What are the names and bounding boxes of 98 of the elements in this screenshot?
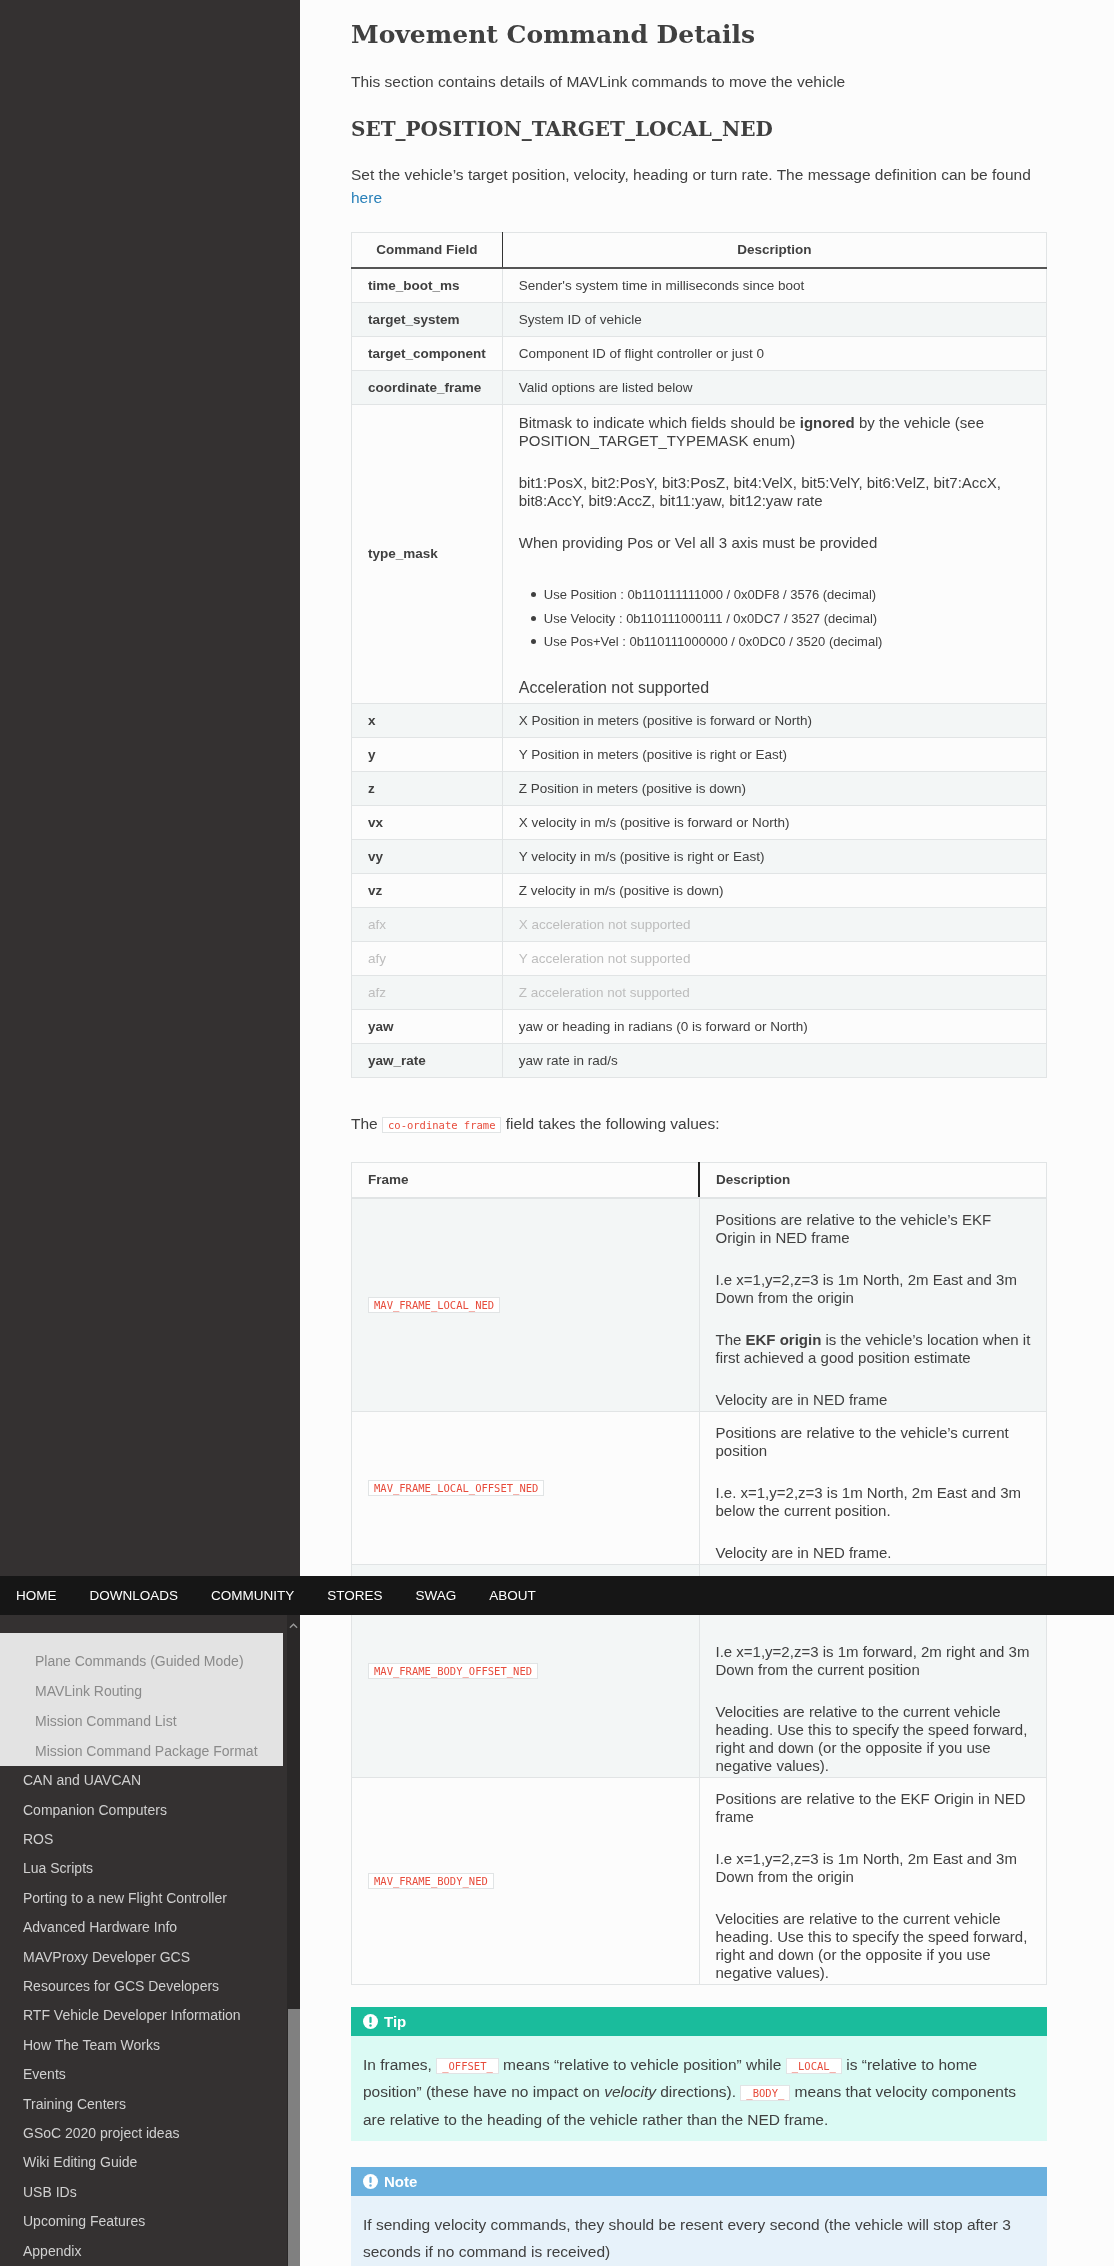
table-cell: Y velocity in m/s (positive is right or East) [502,839,1047,873]
paragraph: In frames, _OFFSET_ means “relative to vehicle position” while _LOCAL_ is “relative to home position” (these have no impact on velocity directions). _BODY_ means that velocity components are relative to the heading of the vehicle rather than the NED frame. [363,2054,1018,2130]
sidebar-item[interactable]: GSoC 2020 project ideas [0,2118,287,2149]
table-cell-text: I.e x=1,y=2,z=3 is 1m North, 2m East and 3m Down from the origin [715,1270,1018,1307]
table-cell: vx [351,805,503,839]
list-item: Use Velocity : 0b110111000111 / 0x0DC7 / 3527 (decimal) [543,609,878,628]
sidebar-item[interactable]: How The Team Works [0,2030,287,2061]
admonition-title: Tip [384,2012,407,2030]
table-cell: target_component [351,336,503,371]
table-cell: afy [351,941,503,975]
table-cell: Sender's system time in milliseconds since boot [502,268,1047,303]
table-cell: vy [351,839,503,873]
column-header: Command Field [351,232,503,268]
table-cell-text: Velocity are in NED frame. [715,1543,893,1562]
table-cell: yaw rate in rad/s [502,1043,1047,1077]
sidebar-item[interactable]: MAVProxy Developer GCS [0,1942,287,1972]
paragraph: Set the vehicle’s target position, velocity, heading or turn rate. The message definition can be found here [351,165,1032,208]
list-item: Use Position : 0b110111111000 / 0x0DF8 / 3576 (decimal) [543,586,877,604]
table-cell-text: I.e x=1,y=2,z=3 is 1m North, 2m East and 3m Down from the origin [715,1849,1018,1886]
sidebar-item[interactable]: ROS [0,1824,287,1855]
sidebar-item[interactable]: Advanced Hardware Info [0,1913,287,1943]
table-cell-text: Velocities are relative to the current vehicle heading. Use this to specify the speed forward, right and down (or the opposite if you use negative values). [715,1909,1029,1982]
column-header: Description [502,232,1047,268]
table-cell: yaw or heading in radians (0 is forward or North) [502,1009,1047,1043]
table-cell: z [351,771,503,805]
table-cell-text: bit1:PosX, bit2:PosY, bit3:PosZ, bit4:VelX, bit5:VelY, bit6:VelZ, bit7:AccX, bit8:AccY, bit9:AccZ, bit11:yaw, bit12:yaw rate [518,474,1002,510]
table-cell-text: Bitmask to indicate which fields should be ignored by the vehicle (see POSITION_TARGET_TYPEMASK enum) [518,414,985,450]
sidebar-item[interactable]: Appendix [0,2236,287,2266]
table-cell: vz [351,873,503,907]
column-header: Frame [351,1162,699,1198]
table-cell: target_system [351,302,503,337]
column-header: Description [699,1162,1047,1198]
table-cell: yaw_rate [351,1043,503,1077]
exclamation-icon [363,2174,378,2189]
sidebar-item[interactable]: RTF Vehicle Developer Information [0,2001,287,2031]
table-cell: X acceleration not supported [502,907,1047,941]
link[interactable]: here [351,189,383,206]
table-cell: Z Position in meters (positive is down) [502,771,1047,805]
code-label: MAV_FRAME_LOCAL_NED [368,1297,501,1313]
sidebar-item[interactable]: Resources for GCS Developers [0,1971,287,2002]
table-cell: x [351,703,503,737]
table-cell: System ID of vehicle [502,302,1047,337]
table-cell: afx [351,907,503,941]
table-cell-text: Positions are relative to the vehicle’s EKF Origin in NED frame [715,1210,993,1247]
paragraph: If sending velocity commands, they should be resent every second (the vehicle will stop after 3 seconds if no command is received) [363,2215,1012,2262]
table-cell-text: Velocities are relative to the current vehicle heading. Use this to specify the speed forward, right and down (or the opposite if you use negative values). [715,1702,1029,1775]
table-cell: X Position in meters (positive is forward or North) [502,703,1047,737]
page-title: Movement Command Details [351,20,756,50]
nav-link[interactable]: SWAG [415,1588,457,1603]
table-cell: Y Position in meters (positive is right or East) [502,737,1047,771]
nav-link[interactable]: STORES [327,1588,383,1603]
sidebar-item[interactable]: CAN and UAVCAN [0,1766,287,1796]
scrollbar-thumb[interactable] [288,2009,300,2266]
nav-link[interactable]: DOWNLOADS [89,1588,178,1603]
table-cell: X velocity in m/s (positive is forward or North) [502,805,1047,839]
table-cell: Valid options are listed below [502,370,1047,405]
table-cell-text: The EKF origin is the vehicle’s location when it first achieved a good position estimate [715,1330,1032,1367]
sidebar-item[interactable]: Upcoming Features [0,2207,287,2237]
table-cell: Y acceleration not supported [502,941,1047,975]
table-cell-text: Velocity are in NED frame [715,1390,889,1409]
table-cell: Z acceleration not supported [502,975,1047,1009]
table-cell: type_mask [351,404,503,703]
list-item: Use Pos+Vel : 0b110111000000 / 0x0DC0 / 3520 (decimal) [543,633,883,651]
code-label: MAV_FRAME_BODY_NED [368,1873,494,1889]
sidebar-item[interactable]: Porting to a new Flight Controller [0,1883,287,1914]
sidebar-item[interactable]: Wiki Editing Guide [0,2148,287,2178]
code-label: MAV_FRAME_LOCAL_OFFSET_NED [368,1480,545,1496]
sidebar-item[interactable]: Companion Computers [0,1795,287,1825]
exclamation-icon [363,2013,378,2029]
nav-link[interactable]: HOME [16,1588,57,1603]
scroll-up-icon[interactable] [289,1623,298,1629]
bullet-icon [530,615,536,621]
admonition-title: Note [384,2173,418,2190]
table-cell: yaw [351,1009,503,1043]
nav-link[interactable]: ABOUT [489,1588,536,1603]
code-label: MAV_FRAME_BODY_OFFSET_NED [368,1663,539,1679]
bullet-icon [530,592,536,598]
sidebar-item[interactable]: Events [0,2060,287,2090]
paragraph: This section contains details of MAVLink commands to move the vehicle [351,72,847,92]
paragraph: The co-ordinate frame field takes the following values: [351,1113,721,1135]
table-cell-text: When providing Pos or Vel all 3 axis must be provided [518,534,879,552]
nav-link[interactable]: COMMUNITY [211,1588,295,1603]
table-cell: coordinate_frame [351,370,503,405]
table-cell-text: Acceleration not supported [518,678,711,697]
bullet-icon [530,639,536,645]
sidebar-item[interactable]: Lua Scripts [0,1854,287,1884]
table-cell: time_boot_ms [351,268,503,303]
section-heading: SET_POSITION_TARGET_LOCAL_NED [351,116,774,142]
table-cell-text: I.e. x=1,y=2,z=3 is 1m North, 2m East and 3m below the current position. [715,1483,1023,1520]
table-cell-text: Positions are relative to the vehicle’s current position [715,1423,1010,1460]
table-cell-text: I.e x=1,y=2,z=3 is 1m forward, 2m right and 3m Down from the current position [715,1642,1031,1679]
table-cell: Component ID of flight controller or just 0 [502,336,1047,371]
table-cell: afz [351,975,503,1009]
table-cell-text: Positions are relative to the EKF Origin in NED frame [715,1789,1027,1826]
table-cell: y [351,737,503,771]
table-cell: Z velocity in m/s (positive is down) [502,873,1047,907]
sidebar-item[interactable]: USB IDs [0,2177,287,2208]
sidebar-item[interactable]: Training Centers [0,2089,287,2119]
